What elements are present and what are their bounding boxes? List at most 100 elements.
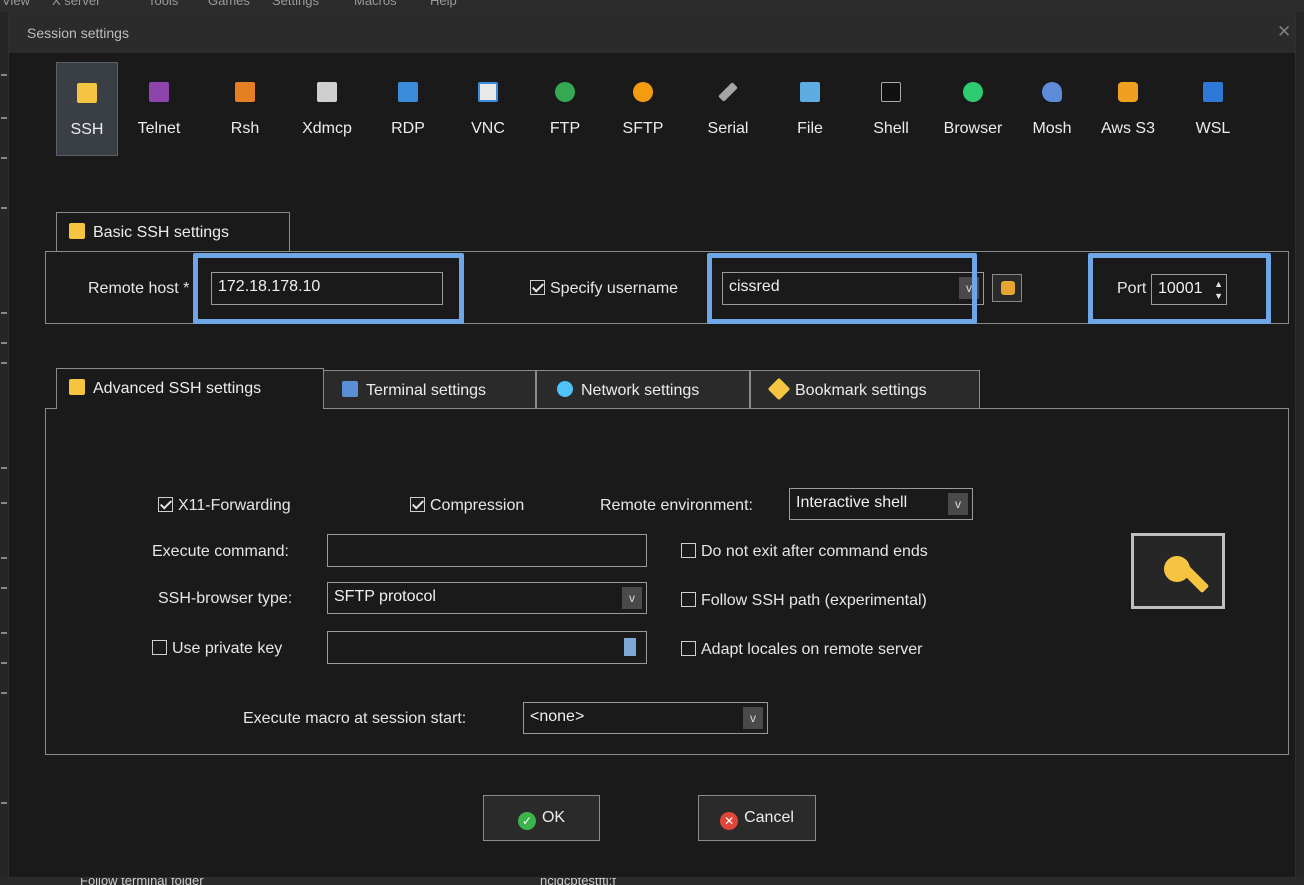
ssh-key-icon <box>69 379 85 395</box>
protocol-rsh[interactable]: Rsh <box>214 62 276 156</box>
protocol-file[interactable]: File <box>779 62 841 156</box>
tab-advanced-ssh-settings[interactable]: Advanced SSH settings <box>56 368 324 409</box>
tab-basic-ssh-settings: Basic SSH settings <box>56 212 290 252</box>
ssh-browser-type-value: SFTP protocol <box>334 588 436 605</box>
cancel-label: Cancel <box>744 809 794 826</box>
protocol-label: Serial <box>707 120 749 137</box>
background-status: Follow terminal folder ncidcptestftl:f <box>0 877 1304 885</box>
protocol-label: Browser <box>943 120 1003 137</box>
execute-command-input[interactable] <box>327 534 647 567</box>
execute-macro-label: Execute macro at session start: <box>243 710 467 727</box>
ssh-browser-type-select[interactable]: SFTP protocol v <box>327 582 647 614</box>
protocol-label: Xdmcp <box>302 120 352 137</box>
execute-macro-value: <none> <box>530 708 585 725</box>
protocol-rdp[interactable]: RDP <box>377 62 439 156</box>
compression-checkbox[interactable]: Compression <box>410 497 524 515</box>
bg-menu-item: Help <box>430 0 457 8</box>
check-circle-icon: ✓ <box>517 812 536 830</box>
remote-host-label: Remote host * <box>88 280 190 297</box>
protocol-aws[interactable]: Aws S3 <box>1097 62 1159 156</box>
terminal-icon <box>342 381 358 397</box>
protocol-wsl[interactable]: WSL <box>1182 62 1244 156</box>
ok-label: OK <box>541 809 566 826</box>
protocol-label: Shell <box>873 120 909 137</box>
x11-forwarding-checkbox[interactable]: X11-Forwarding <box>158 497 291 515</box>
protocol-ftp[interactable]: FTP <box>534 62 596 156</box>
protocol-telnet[interactable]: Telnet <box>128 62 190 156</box>
private-key-input[interactable] <box>327 631 647 664</box>
remote-environment-label: Remote environment: <box>600 497 753 514</box>
file-monitor-icon <box>800 82 820 102</box>
highlight-port <box>1088 253 1271 324</box>
network-star-icon <box>557 381 573 397</box>
remote-environment-value: Interactive shell <box>796 494 908 511</box>
chevron-down-icon[interactable]: v <box>743 707 763 729</box>
tab-network-settings[interactable]: Network settings <box>536 370 750 408</box>
sftp-globe-icon <box>633 82 653 102</box>
specify-username-checkbox[interactable]: Specify username <box>530 280 678 298</box>
file-browse-icon[interactable] <box>624 638 636 656</box>
serial-cable-icon <box>718 82 738 102</box>
protocol-browser[interactable]: Browser <box>942 62 1004 156</box>
protocol-serial[interactable]: Serial <box>697 62 759 156</box>
bg-menu-item: X server <box>52 0 101 8</box>
execute-macro-select[interactable]: <none> v <box>523 702 768 734</box>
shell-terminal-icon <box>881 82 901 102</box>
user-keys-icon <box>1001 281 1015 295</box>
checkbox-checked-icon <box>410 497 425 512</box>
adapt-locales-checkbox[interactable]: Adapt locales on remote server <box>681 641 922 659</box>
protocol-label: WSL <box>1195 120 1231 137</box>
background-menubar: View X server Tools Games Settings Macro… <box>0 0 1304 12</box>
protocol-mosh[interactable]: Mosh <box>1021 62 1083 156</box>
protocol-xdmcp[interactable]: Xdmcp <box>296 62 358 156</box>
highlight-username <box>707 253 977 324</box>
ssh-browser-type-label: SSH-browser type: <box>158 590 293 607</box>
ssh-key-icon <box>77 83 97 103</box>
required-mark: * <box>183 280 190 297</box>
bg-menu-item: Macros <box>354 0 397 8</box>
aws-cubes-icon <box>1118 82 1138 102</box>
protocol-label: Mosh <box>1032 120 1072 137</box>
cancel-button[interactable]: ✕ Cancel <box>698 795 816 841</box>
protocol-label: File <box>797 120 823 137</box>
protocol-label: RDP <box>391 120 425 137</box>
wsl-windows-icon <box>1203 82 1223 102</box>
chevron-down-icon[interactable]: v <box>622 587 642 609</box>
vnc-icon <box>478 82 498 102</box>
follow-ssh-path-checkbox[interactable]: Follow SSH path (experimental) <box>681 592 927 610</box>
user-manager-button[interactable] <box>992 274 1022 302</box>
protocol-label: FTP <box>549 120 581 137</box>
ssh-key-icon <box>69 223 85 239</box>
bookmark-star-icon <box>767 377 791 401</box>
cancel-circle-icon: ✕ <box>720 812 739 830</box>
bg-menu-item: Settings <box>272 0 319 8</box>
close-icon[interactable]: ✕ <box>1277 23 1291 40</box>
xdmcp-icon <box>317 82 337 102</box>
protocol-vnc[interactable]: VNC <box>457 62 519 156</box>
highlight-remote-host <box>193 253 464 324</box>
background-right-panel <box>1296 12 1304 878</box>
tab-terminal-settings[interactable]: Terminal settings <box>323 370 536 408</box>
remote-environment-select[interactable]: Interactive shell v <box>789 488 973 520</box>
mosh-satellite-icon <box>1042 82 1062 102</box>
chevron-down-icon[interactable]: v <box>948 493 968 515</box>
browser-globe-icon <box>963 82 983 102</box>
telnet-icon <box>149 82 169 102</box>
dialog-titlebar: Session settings ✕ <box>9 13 1295 53</box>
use-private-key-checkbox[interactable]: Use private key <box>152 640 282 658</box>
checkbox-unchecked-icon <box>681 543 696 558</box>
protocol-label: Aws S3 <box>1101 120 1155 137</box>
protocol-sftp[interactable]: SFTP <box>612 62 674 156</box>
protocol-shell[interactable]: Shell <box>860 62 922 156</box>
checkbox-unchecked-icon <box>152 640 167 655</box>
bg-menu-item: Tools <box>148 0 179 8</box>
do-not-exit-checkbox[interactable]: Do not exit after command ends <box>681 543 928 561</box>
bg-terminal-text: ncidcptestftl:f <box>540 877 616 885</box>
ok-button[interactable]: ✓ OK <box>483 795 600 841</box>
tab-bookmark-settings[interactable]: Bookmark settings <box>750 370 980 408</box>
tab-label: Network settings <box>581 382 700 399</box>
protocol-ssh[interactable]: SSH <box>56 62 118 156</box>
rsh-icon <box>235 82 255 102</box>
dialog-title: Session settings <box>27 25 129 41</box>
rdp-icon <box>398 82 418 102</box>
